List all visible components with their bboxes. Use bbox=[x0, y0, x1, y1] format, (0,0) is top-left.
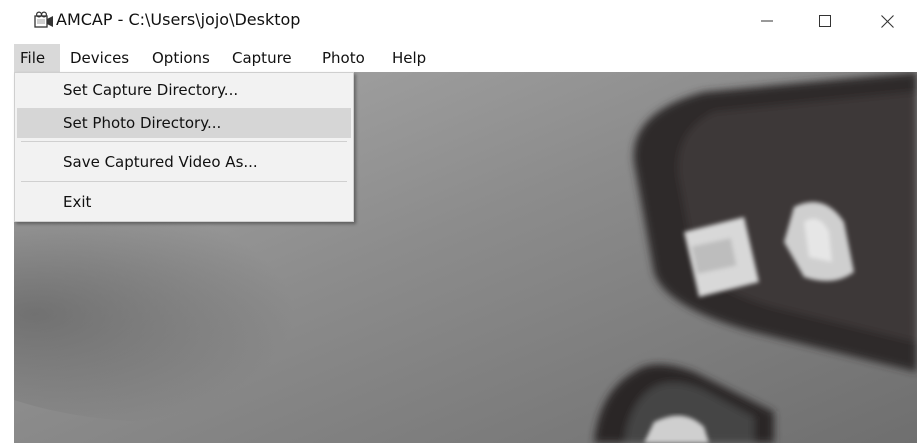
menu-file[interactable]: File bbox=[14, 44, 60, 72]
minimize-icon bbox=[761, 20, 773, 22]
menu-options[interactable]: Options bbox=[146, 44, 218, 72]
minimize-button[interactable] bbox=[744, 0, 790, 42]
menu-capture[interactable]: Capture bbox=[226, 44, 310, 72]
menu-item-set-photo-directory[interactable]: Set Photo Directory... bbox=[17, 108, 351, 138]
menu-item-save-captured-video-as[interactable]: Save Captured Video As... bbox=[17, 147, 351, 177]
menu-item-exit[interactable]: Exit bbox=[17, 187, 351, 217]
title-bar: AMCAP - C:\Users\jojo\Desktop bbox=[0, 0, 917, 42]
menu-separator bbox=[21, 141, 347, 142]
menu-separator bbox=[21, 181, 347, 182]
amcap-window: AMCAP - C:\Users\jojo\Desktop File Devic… bbox=[0, 0, 917, 443]
file-menu-dropdown: Set Capture Directory... Set Photo Direc… bbox=[14, 72, 354, 222]
window-title: AMCAP - C:\Users\jojo\Desktop bbox=[56, 10, 301, 29]
menu-item-set-capture-directory[interactable]: Set Capture Directory... bbox=[17, 75, 351, 105]
camera-icon bbox=[34, 11, 54, 31]
close-button[interactable] bbox=[864, 0, 910, 42]
maximize-button[interactable] bbox=[802, 0, 848, 42]
menu-photo[interactable]: Photo bbox=[316, 44, 378, 72]
menu-bar: File Devices Options Capture Photo Help bbox=[0, 44, 917, 72]
menu-help[interactable]: Help bbox=[386, 44, 436, 72]
close-icon bbox=[880, 14, 894, 28]
menu-devices[interactable]: Devices bbox=[64, 44, 138, 72]
maximize-icon bbox=[819, 15, 831, 27]
